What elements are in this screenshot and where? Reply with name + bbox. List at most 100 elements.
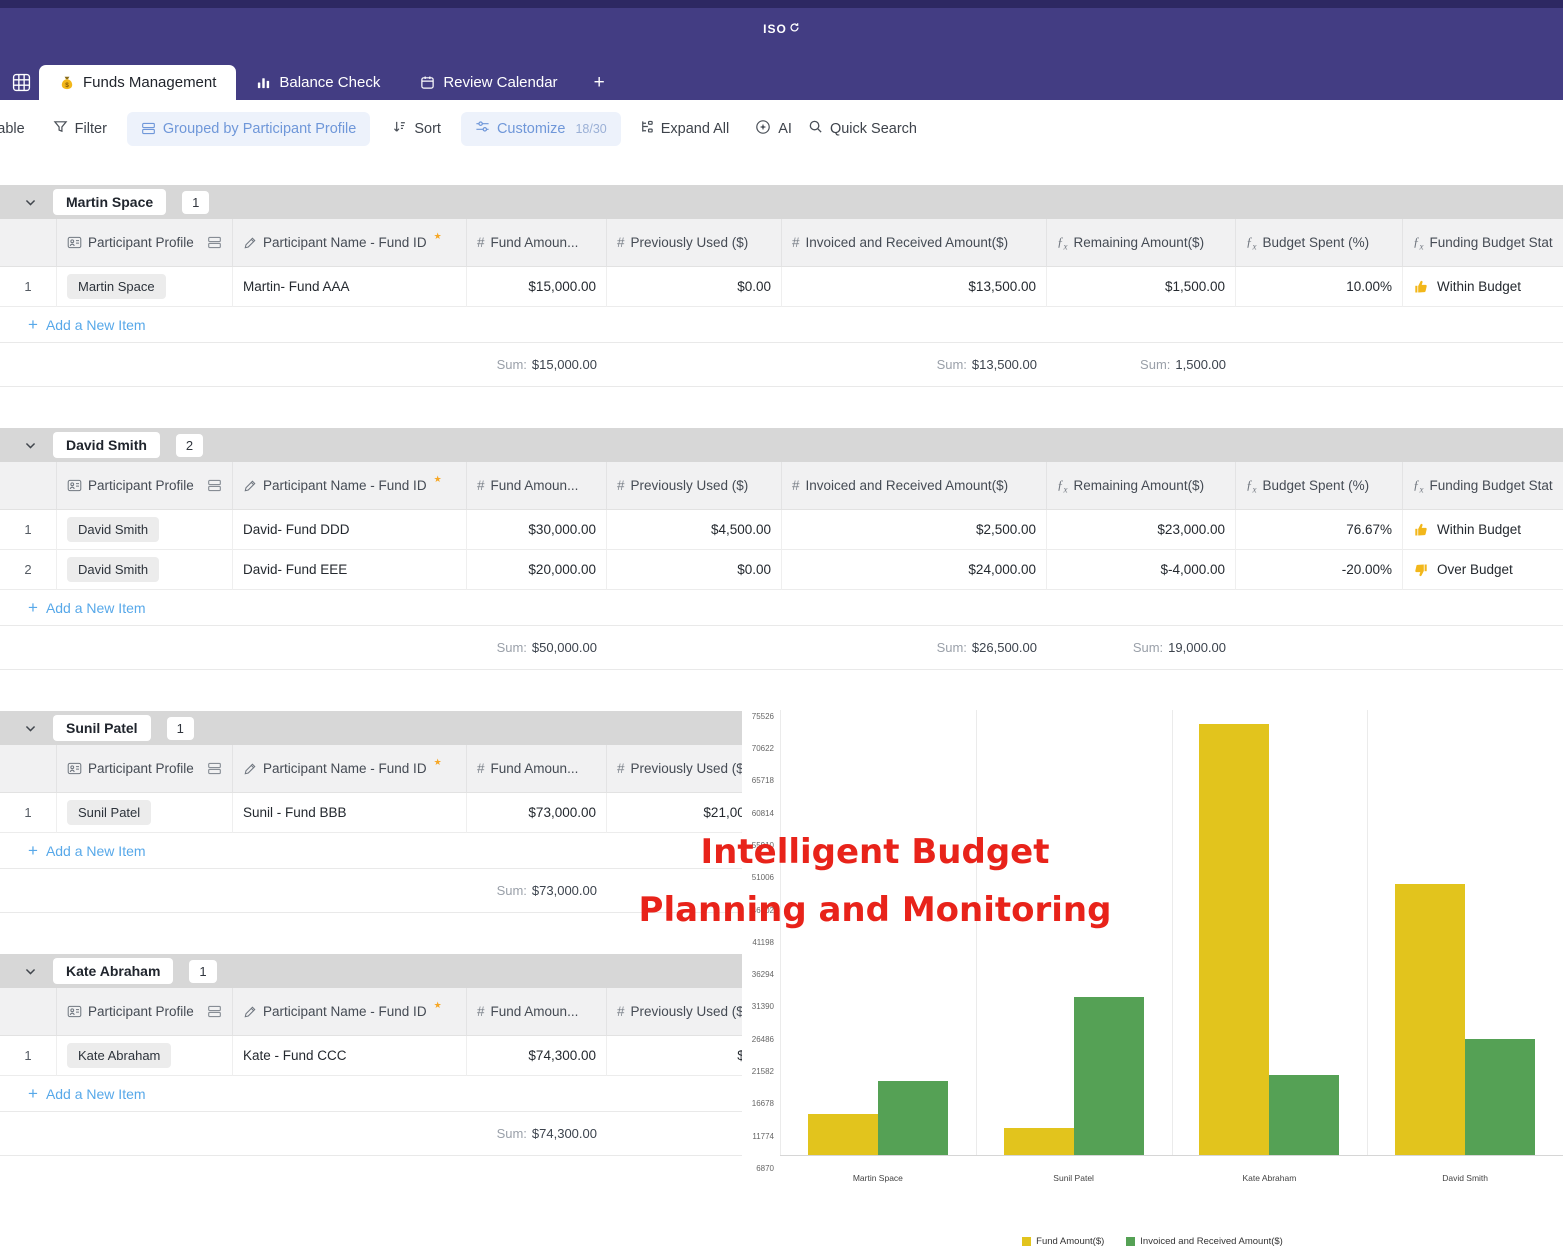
column-header-participant-profile[interactable]: Participant Profile (57, 988, 233, 1035)
cell-remaining-amount[interactable]: $1,500.00 (1047, 267, 1236, 307)
cell-participant-profile[interactable]: Kate Abraham (57, 1036, 233, 1076)
cell-remaining-amount[interactable]: $-4,000.00 (1047, 550, 1236, 590)
cell-remaining-amount[interactable]: $23,000.00 (1047, 510, 1236, 550)
column-header-funding-budget-stat[interactable]: ƒxFunding Budget Stat (1403, 219, 1563, 266)
cell-participant-name[interactable]: Kate - Fund CCC (233, 1036, 467, 1076)
cell-invoiced-received[interactable]: $24,000.00 (782, 550, 1047, 590)
collapse-chevron-icon[interactable] (24, 196, 37, 209)
cell-participant-name[interactable]: Martin- Fund AAA (233, 267, 467, 307)
cell-funding-budget-status[interactable]: Over Budget (1403, 550, 1563, 590)
cell-fund-amount[interactable]: $74,300.00 (467, 1036, 607, 1076)
cell-participant-profile[interactable]: David Smith (57, 550, 233, 590)
cell-budget-spent[interactable]: 10.00% (1236, 267, 1403, 307)
cell-funding-budget-status[interactable]: Within Budget (1403, 510, 1563, 550)
bar-fund-amount-sunil-patel[interactable] (1004, 1128, 1074, 1155)
row-number[interactable]: 2 (0, 550, 57, 590)
bar-invoiced-and-received-amount-martin-space[interactable] (878, 1081, 948, 1155)
cell-invoiced-received[interactable]: $13,500.00 (782, 267, 1047, 307)
profile-chip[interactable]: Martin Space (67, 274, 166, 299)
collapse-chevron-icon[interactable] (24, 722, 37, 735)
column-header-budget-spent[interactable]: ƒxBudget Spent (%) (1236, 219, 1403, 266)
cell-invoiced-received[interactable]: $2,500.00 (782, 510, 1047, 550)
ai-button[interactable]: AI (755, 119, 792, 139)
group-field-icon[interactable] (207, 235, 222, 250)
column-header-fund-amoun[interactable]: #Fund Amoun... (467, 462, 607, 509)
profile-chip[interactable]: Sunil Patel (67, 800, 151, 825)
bar-fund-amount-david-smith[interactable] (1395, 884, 1465, 1155)
profile-chip[interactable]: David Smith (67, 557, 159, 582)
cell-participant-name[interactable]: David- Fund DDD (233, 510, 467, 550)
group-name-chip[interactable]: Sunil Patel (53, 715, 151, 741)
group-name-chip[interactable]: Kate Abraham (53, 958, 173, 984)
cell-fund-amount[interactable]: $20,000.00 (467, 550, 607, 590)
cell-participant-profile[interactable]: David Smith (57, 510, 233, 550)
cell-fund-amount[interactable]: $30,000.00 (467, 510, 607, 550)
column-header-participant-profile[interactable]: Participant Profile (57, 745, 233, 792)
column-header-funding-budget-stat[interactable]: ƒxFunding Budget Stat (1403, 462, 1563, 509)
column-header-participant-name-fund-id[interactable]: Participant Name - Fund ID★ (233, 745, 467, 792)
add-new-item-button[interactable]: +Add a New Item (0, 590, 1563, 626)
group-field-icon[interactable] (207, 478, 222, 493)
column-header-invoiced-and-received-amount[interactable]: #Invoiced and Received Amount($) (782, 462, 1047, 509)
row-number[interactable]: 1 (0, 793, 57, 833)
column-header-previously-used[interactable]: #Previously Used ($) (607, 462, 782, 509)
sort-label: Sort (414, 121, 441, 137)
tab-review-calendar[interactable]: Review Calendar (400, 65, 577, 100)
bar-fund-amount-martin-space[interactable] (808, 1114, 878, 1155)
column-header-participant-name-fund-id[interactable]: Participant Name - Fund ID★ (233, 988, 467, 1035)
column-header-participant-name-fund-id[interactable]: Participant Name - Fund ID★ (233, 462, 467, 509)
cell-previously-used[interactable]: $0.00 (607, 550, 782, 590)
table-grid-icon[interactable] (8, 65, 39, 100)
add-tab-button[interactable]: + (578, 65, 621, 100)
bar-invoiced-and-received-amount-sunil-patel[interactable] (1074, 997, 1144, 1155)
quick-search-button[interactable]: Quick Search (808, 119, 917, 138)
cell-participant-profile[interactable]: Martin Space (57, 267, 233, 307)
column-header-fund-amoun[interactable]: #Fund Amoun... (467, 745, 607, 792)
filter-button[interactable]: Filter (53, 119, 107, 138)
sort-button[interactable]: Sort (392, 119, 441, 138)
column-header-participant-name-fund-id[interactable]: Participant Name - Fund ID★ (233, 219, 467, 266)
group-name-chip[interactable]: David Smith (53, 432, 160, 458)
cell-previously-used[interactable]: $4,500.00 (607, 510, 782, 550)
column-header-participant-profile[interactable]: Participant Profile (57, 462, 233, 509)
cell-funding-budget-status[interactable]: Within Budget (1403, 267, 1563, 307)
collapse-chevron-icon[interactable] (24, 965, 37, 978)
cell-participant-name[interactable]: Sunil - Fund BBB (233, 793, 467, 833)
group-field-icon[interactable] (207, 1004, 222, 1019)
table-view-button[interactable]: Table (0, 121, 25, 137)
collapse-chevron-icon[interactable] (24, 439, 37, 452)
column-header-fund-amoun[interactable]: #Fund Amoun... (467, 219, 607, 266)
column-header-previously-used[interactable]: #Previously Used ($) (607, 219, 782, 266)
cell-participant-profile[interactable]: Sunil Patel (57, 793, 233, 833)
profile-chip[interactable]: Kate Abraham (67, 1043, 171, 1068)
cell-budget-spent[interactable]: 76.67% (1236, 510, 1403, 550)
plus-icon: + (28, 842, 38, 859)
column-header-fund-amoun[interactable]: #Fund Amoun... (467, 988, 607, 1035)
cell-participant-name[interactable]: David- Fund EEE (233, 550, 467, 590)
customize-button[interactable]: Customize 18/30 (461, 112, 621, 146)
column-header-participant-profile[interactable]: Participant Profile (57, 219, 233, 266)
profile-chip[interactable]: David Smith (67, 517, 159, 542)
column-header-remaining-amount[interactable]: ƒxRemaining Amount($) (1047, 219, 1236, 266)
column-header-remaining-amount[interactable]: ƒxRemaining Amount($) (1047, 462, 1236, 509)
row-number[interactable]: 1 (0, 1036, 57, 1076)
expand-all-button[interactable]: Expand All (639, 119, 730, 138)
bar-fund-amount-kate-abraham[interactable] (1199, 724, 1269, 1155)
cell-budget-spent[interactable]: -20.00% (1236, 550, 1403, 590)
tab-balance-check[interactable]: Balance Check (236, 65, 400, 100)
bar-invoiced-and-received-amount-kate-abraham[interactable] (1269, 1075, 1339, 1155)
column-header-budget-spent[interactable]: ƒxBudget Spent (%) (1236, 462, 1403, 509)
formula-field-icon: ƒx (1057, 477, 1068, 495)
tab-funds-management[interactable]: $ Funds Management (39, 65, 236, 100)
group-name-chip[interactable]: Martin Space (53, 189, 166, 215)
row-number[interactable]: 1 (0, 267, 57, 307)
cell-fund-amount[interactable]: $73,000.00 (467, 793, 607, 833)
cell-previously-used[interactable]: $0.00 (607, 267, 782, 307)
row-number[interactable]: 1 (0, 510, 57, 550)
cell-fund-amount[interactable]: $15,000.00 (467, 267, 607, 307)
column-header-invoiced-and-received-amount[interactable]: #Invoiced and Received Amount($) (782, 219, 1047, 266)
group-field-icon[interactable] (207, 761, 222, 776)
bar-invoiced-and-received-amount-david-smith[interactable] (1465, 1039, 1535, 1155)
grouped-by-button[interactable]: Grouped by Participant Profile (127, 112, 370, 146)
add-new-item-button[interactable]: +Add a New Item (0, 307, 1563, 343)
